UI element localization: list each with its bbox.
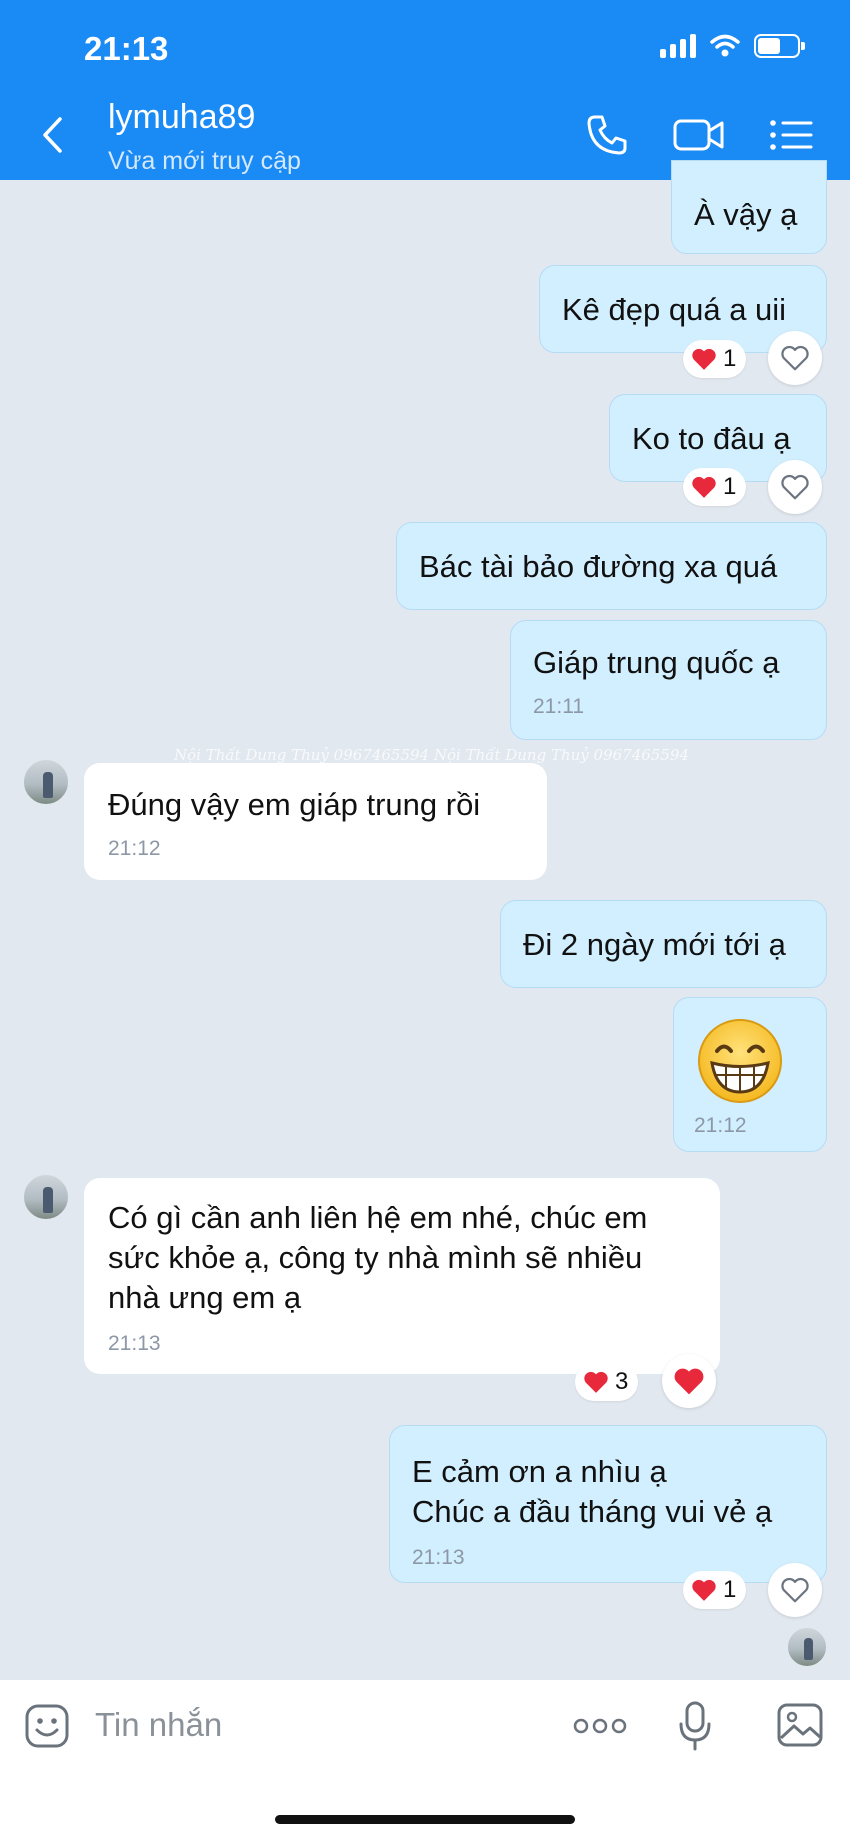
message-line: Có gì cần anh liên hệ em nhé, chúc em xyxy=(108,1200,648,1235)
heart-icon xyxy=(584,1371,608,1393)
react-button-active[interactable] xyxy=(662,1354,716,1408)
reaction-badge[interactable]: 1 xyxy=(683,340,747,378)
react-button[interactable] xyxy=(768,331,822,385)
outgoing-message[interactable]: Bác tài bảo đường xa quá xyxy=(396,522,827,610)
outgoing-message[interactable]: À vậy ạ xyxy=(671,160,827,254)
message-time: 21:11 xyxy=(533,695,584,718)
contact-avatar[interactable] xyxy=(22,758,70,806)
wifi-icon xyxy=(710,34,740,57)
heart-outline-icon xyxy=(781,1577,809,1603)
message-line: nhà ưng em ạ xyxy=(108,1280,302,1315)
chat-header: 21:13 lymuha89 Vừa mới truy cập xyxy=(0,0,850,180)
video-call-icon[interactable] xyxy=(672,113,726,157)
heart-outline-icon xyxy=(781,474,809,500)
message-text: Đi 2 ngày mới tới ạ xyxy=(523,927,786,962)
status-icons xyxy=(660,34,805,58)
outgoing-message[interactable]: Đi 2 ngày mới tới ạ xyxy=(500,900,827,988)
heart-outline-icon xyxy=(781,345,809,371)
seen-avatar xyxy=(786,1626,828,1668)
heart-icon xyxy=(692,1579,716,1601)
outgoing-message[interactable]: Giáp trung quốc ạ 21:11 xyxy=(510,620,827,740)
outgoing-message[interactable]: E cảm ơn a nhìu ạ Chúc a đầu tháng vui v… xyxy=(389,1425,827,1583)
reaction-count: 1 xyxy=(723,1576,737,1603)
microphone-icon[interactable] xyxy=(678,1700,712,1752)
battery-icon xyxy=(754,34,805,58)
heart-icon xyxy=(692,348,716,370)
message-text: Đúng vậy em giáp trung rồi xyxy=(108,787,481,822)
reaction-count: 1 xyxy=(723,345,737,372)
grinning-face-emoji-icon xyxy=(698,1019,782,1103)
reaction-count: 1 xyxy=(723,473,737,500)
message-text: Kê đẹp quá a uii xyxy=(562,292,787,327)
react-button[interactable] xyxy=(768,460,822,514)
heart-icon xyxy=(692,476,716,498)
incoming-message[interactable]: Đúng vậy em giáp trung rồi 21:12 xyxy=(84,763,547,880)
heart-icon xyxy=(674,1368,704,1395)
image-gallery-icon[interactable] xyxy=(776,1702,824,1748)
message-line: sức khỏe ạ, công ty nhà mình sẽ nhiều xyxy=(108,1240,643,1275)
cellular-signal-icon xyxy=(660,34,696,58)
reaction-badge[interactable]: 1 xyxy=(683,1571,747,1609)
status-time: 21:13 xyxy=(84,30,169,67)
message-input[interactable]: Tin nhắn xyxy=(95,1706,222,1744)
reaction-badge[interactable]: 3 xyxy=(575,1363,639,1401)
sticker-icon[interactable] xyxy=(24,1703,70,1749)
back-chevron-icon[interactable] xyxy=(40,115,64,155)
message-time: 21:13 xyxy=(412,1546,465,1569)
message-time: 21:12 xyxy=(694,1114,747,1137)
contact-name[interactable]: lymuha89 xyxy=(108,98,255,137)
more-options-icon[interactable] xyxy=(573,1716,627,1736)
phone-icon[interactable] xyxy=(585,113,629,157)
message-line: E cảm ơn a nhìu ạ xyxy=(412,1454,667,1489)
outgoing-sticker-message[interactable]: 21:12 xyxy=(673,997,827,1152)
message-text: Bác tài bảo đường xa quá xyxy=(419,549,778,584)
incoming-message[interactable]: Có gì cần anh liên hệ em nhé, chúc em sứ… xyxy=(84,1178,720,1374)
message-time: 21:12 xyxy=(108,837,161,860)
react-button[interactable] xyxy=(768,1563,822,1617)
message-text: À vậy ạ xyxy=(694,197,798,232)
message-text: Giáp trung quốc ạ xyxy=(533,645,780,680)
message-line: Chúc a đầu tháng vui vẻ ạ xyxy=(412,1494,773,1529)
menu-list-icon[interactable] xyxy=(768,113,814,157)
contact-status: Vừa mới truy cập xyxy=(108,147,301,175)
home-indicator xyxy=(275,1815,575,1824)
message-text: Ko to đâu ạ xyxy=(632,421,791,456)
watermark-text: Nội Thất Dung Thuỷ 0967465594 Nội Thất D… xyxy=(174,746,689,764)
contact-avatar[interactable] xyxy=(22,1173,70,1221)
message-input-bar: Tin nhắn xyxy=(0,1680,850,1840)
reaction-badge[interactable]: 1 xyxy=(683,468,747,506)
reaction-count: 3 xyxy=(615,1368,629,1395)
message-time: 21:13 xyxy=(108,1332,161,1355)
